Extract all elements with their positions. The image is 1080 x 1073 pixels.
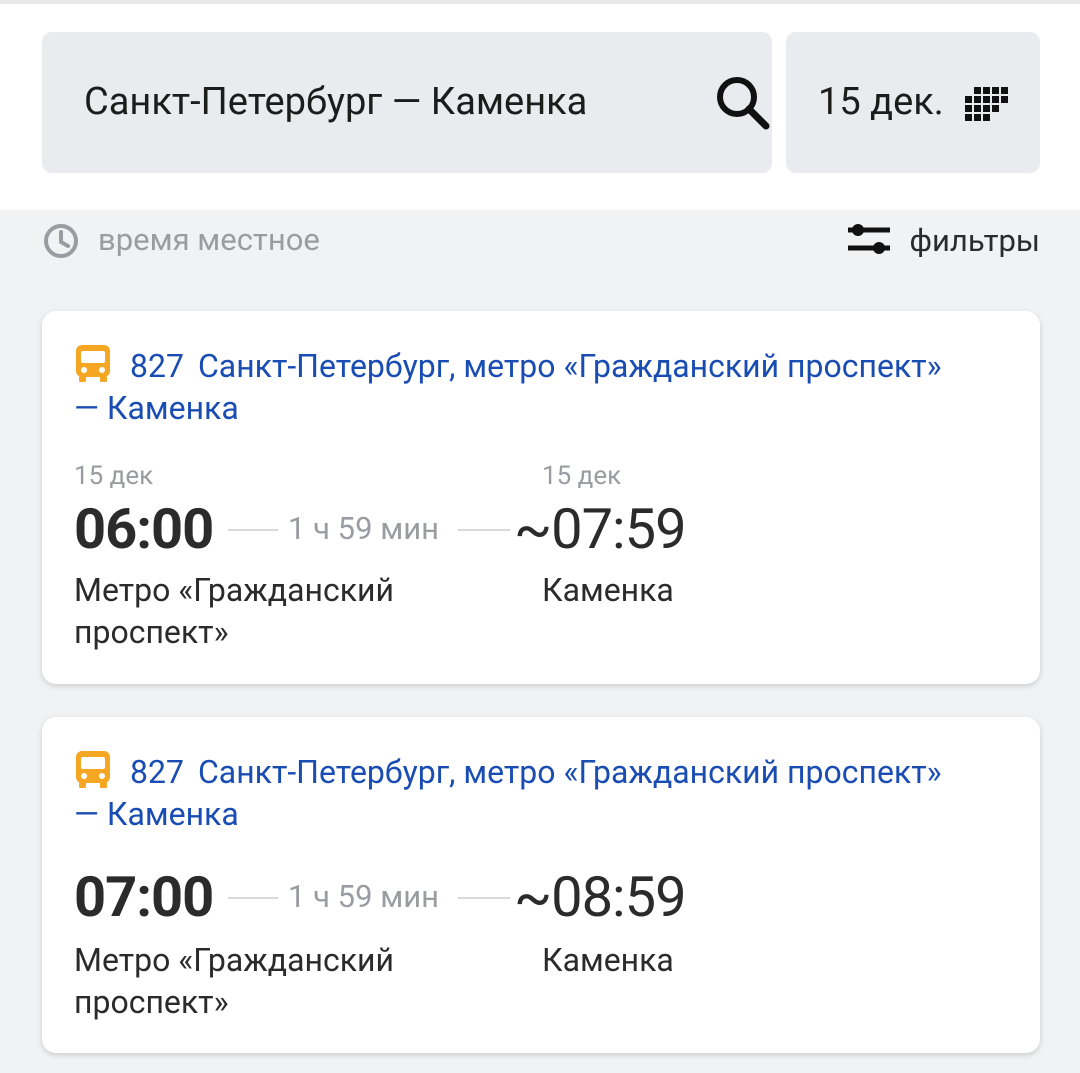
search-header: Санкт-Петербург — Каменка 15 дек. bbox=[0, 0, 1080, 210]
route-name[interactable]: Санкт-Петербург, метро «Гражданский прос… bbox=[74, 753, 942, 833]
route-name[interactable]: Санкт-Петербург, метро «Гражданский прос… bbox=[74, 347, 942, 427]
filters-button[interactable]: фильтры bbox=[846, 214, 1040, 266]
filters-icon[interactable] bbox=[846, 220, 892, 260]
search-icon[interactable] bbox=[710, 70, 774, 134]
departure-time: 07:00 bbox=[74, 864, 214, 930]
trip-times: 07:00 1 ч 59 мин ~08:59 bbox=[74, 867, 974, 927]
route-number[interactable]: 827 bbox=[130, 347, 184, 385]
departure-date: 15 дек bbox=[74, 461, 154, 491]
route-search-field[interactable]: Санкт-Петербург — Каменка bbox=[42, 32, 772, 173]
departure-station: Метро «Гражданский проспект» bbox=[74, 941, 394, 1021]
route-search-text[interactable]: Санкт-Петербург — Каменка bbox=[84, 32, 587, 173]
duration-line-left bbox=[228, 897, 278, 899]
arrival-time: ~08:59 bbox=[514, 864, 687, 930]
route-number[interactable]: 827 bbox=[130, 753, 184, 791]
local-time-note: время местное bbox=[98, 221, 320, 258]
duration-line-right bbox=[458, 529, 510, 531]
trip-card[interactable]: 827 Санкт-Петербург, метро «Гражданский п… bbox=[42, 311, 1040, 684]
arrival-station: Каменка bbox=[542, 941, 674, 979]
results-toolbar: время местное фильтры bbox=[0, 210, 1080, 270]
route-title[interactable]: 827 Санкт-Петербург, метро «Гражданский п… bbox=[74, 343, 974, 429]
trip-card[interactable]: 827 Санкт-Петербург, метро «Гражданский п… bbox=[42, 717, 1040, 1053]
route-title[interactable]: 827 Санкт-Петербург, метро «Гражданский п… bbox=[74, 749, 974, 835]
selected-date[interactable]: 15 дек. bbox=[818, 32, 944, 173]
departure-station: Метро «Гражданский проспект» bbox=[74, 571, 394, 651]
arrival-station: Каменка bbox=[542, 571, 674, 609]
trip-duration: 1 ч 59 мин bbox=[288, 510, 439, 547]
date-picker-button[interactable]: 15 дек. bbox=[786, 32, 1040, 173]
trip-times: 06:00 1 ч 59 мин ~07:59 bbox=[74, 499, 974, 559]
departure-time: 06:00 bbox=[74, 496, 214, 562]
calendar-icon[interactable] bbox=[962, 85, 1010, 121]
arrival-time: ~07:59 bbox=[514, 496, 687, 562]
top-divider bbox=[0, 0, 1080, 4]
duration-line-left bbox=[228, 529, 278, 531]
duration-line-right bbox=[458, 897, 510, 899]
trip-duration: 1 ч 59 мин bbox=[288, 878, 439, 915]
bus-icon bbox=[76, 345, 110, 382]
clock-icon bbox=[44, 224, 78, 258]
bus-icon bbox=[76, 751, 110, 788]
filters-label[interactable]: фильтры bbox=[910, 222, 1040, 259]
arrival-date: 15 дек bbox=[542, 461, 622, 491]
